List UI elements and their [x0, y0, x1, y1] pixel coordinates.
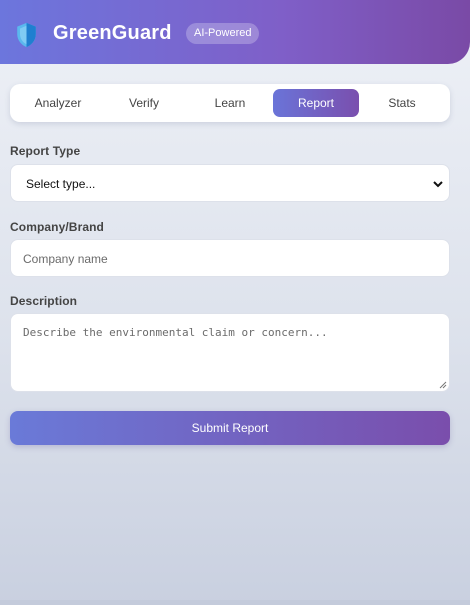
report-type-label: Report Type [10, 144, 81, 158]
tab-analyzer[interactable]: Analyzer [15, 89, 101, 117]
report-type-selected-value: Select type... [26, 177, 96, 191]
app-header: GreenGuard AI-Powered [0, 0, 470, 64]
tab-learn[interactable]: Learn [187, 89, 273, 117]
resize-handle-icon[interactable] [439, 381, 447, 389]
tab-stats[interactable]: Stats [359, 89, 445, 117]
tab-bar: Analyzer Verify Learn Report Stats [10, 84, 450, 122]
tab-verify[interactable]: Verify [101, 89, 187, 117]
app-title: GreenGuard [53, 22, 172, 44]
company-label: Company/Brand [10, 220, 104, 234]
ai-powered-badge: AI-Powered [186, 23, 260, 44]
description-placeholder: Describe the environmental claim or conc… [23, 326, 328, 339]
report-type-select[interactable]: Select type... [10, 164, 450, 202]
company-input-placeholder: Company name [23, 252, 108, 266]
bottom-edge [0, 600, 470, 605]
chevron-down-icon [433, 181, 443, 188]
tab-report[interactable]: Report [273, 89, 359, 117]
company-input[interactable]: Company name [10, 239, 450, 277]
description-textarea[interactable]: Describe the environmental claim or conc… [10, 313, 450, 392]
submit-report-button[interactable]: Submit Report [10, 411, 450, 445]
shield-icon [17, 22, 36, 48]
description-label: Description [10, 294, 78, 308]
